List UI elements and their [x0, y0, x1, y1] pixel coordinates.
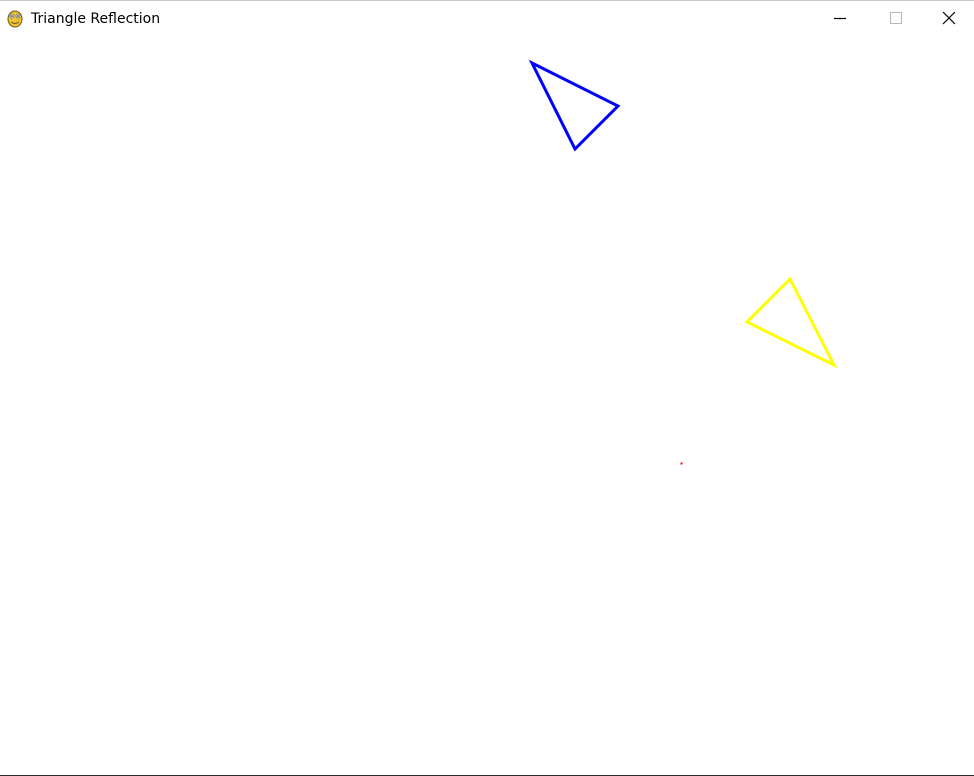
- drawing-canvas[interactable]: [0, 1, 974, 776]
- reflected-triangle: [744, 276, 838, 369]
- original-triangle: [528, 59, 621, 152]
- app-window: Triangle Reflection: [0, 0, 974, 776]
- reflection-center-point: [680, 462, 683, 465]
